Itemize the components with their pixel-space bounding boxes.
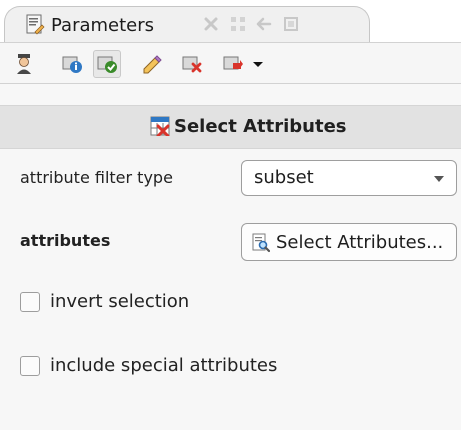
include-special-attributes-row[interactable]: include special attributes xyxy=(20,356,320,380)
expert-mode-icon xyxy=(17,54,31,74)
panel-title: Parameters xyxy=(51,15,155,36)
info-button[interactable] xyxy=(58,52,86,76)
select-attributes-icon xyxy=(150,116,170,136)
invert-selection-checkbox[interactable] xyxy=(20,292,40,312)
select-attributes-button-label: Select Attributes... xyxy=(276,232,444,253)
section-title: Select Attributes xyxy=(174,116,347,137)
include-special-attributes-checkbox[interactable] xyxy=(20,356,40,376)
chevron-down-icon xyxy=(434,176,444,182)
edit-button[interactable] xyxy=(138,52,166,76)
filter-type-value: subset xyxy=(254,167,314,188)
detach-icon[interactable] xyxy=(229,15,247,33)
filter-type-label: attribute filter type xyxy=(20,168,173,187)
apply-button[interactable] xyxy=(93,50,121,78)
invert-selection-row[interactable]: invert selection xyxy=(20,292,320,316)
parameters-panel: Parameters Select Attributes attribute f… xyxy=(0,0,461,430)
apply-icon xyxy=(97,56,117,73)
toolbar xyxy=(0,42,461,84)
section-header: Select Attributes xyxy=(0,105,461,149)
parameters-icon xyxy=(26,14,45,35)
delete-icon xyxy=(182,56,202,73)
dropdown-button[interactable] xyxy=(244,52,272,76)
restore-icon[interactable] xyxy=(255,15,273,33)
attributes-label: attributes xyxy=(20,231,111,250)
tab-parameters[interactable]: Parameters xyxy=(4,6,370,42)
remove-icon xyxy=(223,56,243,70)
select-attributes-button[interactable]: Select Attributes... xyxy=(241,223,457,261)
invert-selection-label: invert selection xyxy=(50,291,190,312)
search-document-icon xyxy=(252,233,270,253)
info-icon xyxy=(62,56,82,73)
include-special-attributes-label: include special attributes xyxy=(50,355,278,376)
filter-type-select[interactable]: subset xyxy=(241,160,457,196)
delete-button[interactable] xyxy=(178,52,206,76)
tab-strip: Parameters xyxy=(0,0,461,42)
edit-icon xyxy=(143,55,162,74)
maximize-icon[interactable] xyxy=(282,15,300,33)
dropdown-icon xyxy=(253,62,263,67)
expert-mode-button[interactable] xyxy=(10,52,38,76)
close-icon[interactable] xyxy=(202,15,220,33)
remove-button[interactable] xyxy=(219,52,247,76)
